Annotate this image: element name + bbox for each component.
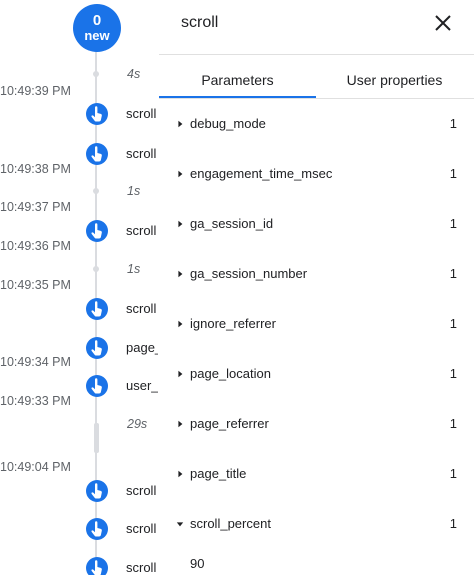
timestamp: 10:49:37 PM bbox=[0, 200, 71, 214]
timestamp: 10:49:35 PM bbox=[0, 278, 71, 292]
param-name: debug_mode bbox=[190, 116, 266, 131]
touch-icon[interactable] bbox=[86, 103, 108, 125]
timeline-gap-bar bbox=[94, 423, 99, 453]
param-row[interactable]: debug_mode 1 bbox=[159, 110, 474, 138]
close-icon[interactable] bbox=[431, 11, 455, 35]
param-count: 1 bbox=[449, 316, 457, 331]
param-count: 1 bbox=[449, 116, 457, 131]
param-row[interactable]: ga_session_number 1 bbox=[159, 260, 474, 288]
gap-duration: 1s bbox=[127, 262, 141, 276]
event-name-user_engagement[interactable]: user_engagement bbox=[126, 378, 158, 393]
caret-right-icon bbox=[178, 420, 183, 428]
param-row[interactable]: page_referrer 1 bbox=[159, 410, 474, 438]
timestamp: 10:49:33 PM bbox=[0, 394, 71, 408]
param-name: ga_session_id bbox=[190, 216, 274, 231]
caret-right-icon bbox=[178, 270, 183, 278]
event-name-scroll[interactable]: scroll bbox=[126, 223, 158, 238]
timeline-gap-dot bbox=[93, 71, 99, 77]
param-count: 1 bbox=[449, 416, 457, 431]
param-row[interactable]: scroll_percent 1 bbox=[159, 510, 474, 538]
param-row[interactable]: engagement_time_msec 1 bbox=[159, 160, 474, 188]
param-count: 1 bbox=[449, 216, 457, 231]
panel-title: scroll bbox=[181, 14, 219, 31]
timestamp: 10:49:38 PM bbox=[0, 162, 71, 176]
param-value: 90 bbox=[190, 556, 205, 571]
caret-right-icon bbox=[178, 320, 183, 328]
gap-duration: 29s bbox=[127, 417, 148, 431]
tab-parameters[interactable]: Parameters bbox=[159, 55, 316, 98]
caret-right-icon bbox=[178, 220, 183, 228]
caret-right-icon bbox=[178, 370, 183, 378]
caret-right-icon bbox=[178, 470, 183, 478]
param-count: 1 bbox=[449, 266, 457, 281]
caret-right-icon bbox=[178, 120, 183, 128]
param-name: page_title bbox=[190, 466, 247, 481]
event-name-scroll[interactable]: scroll bbox=[126, 483, 158, 498]
touch-icon[interactable] bbox=[86, 375, 108, 397]
gap-duration: 4s bbox=[127, 67, 141, 81]
param-count: 1 bbox=[449, 466, 457, 481]
touch-icon[interactable] bbox=[86, 518, 108, 540]
param-row[interactable]: page_title 1 bbox=[159, 460, 474, 488]
new-events-label: new bbox=[84, 27, 110, 43]
param-row[interactable]: ignore_referrer 1 bbox=[159, 310, 474, 338]
timeline-gap-dot bbox=[93, 266, 99, 272]
touch-icon[interactable] bbox=[86, 480, 108, 502]
timestamp: 10:49:34 PM bbox=[0, 355, 71, 369]
event-details-panel: scroll Parameters User properties debug_… bbox=[159, 0, 474, 575]
event-name-page_view[interactable]: page_view bbox=[126, 340, 158, 355]
event-name-scroll[interactable]: scroll bbox=[126, 106, 158, 121]
divider bbox=[159, 98, 474, 99]
event-timeline: 0 new 4s 1s 1s 29s 10:49:39 PM 10:49:38 … bbox=[0, 0, 160, 575]
event-name-scroll[interactable]: scroll bbox=[126, 521, 158, 536]
touch-icon[interactable] bbox=[86, 557, 108, 575]
touch-icon[interactable] bbox=[86, 220, 108, 242]
touch-icon[interactable] bbox=[86, 337, 108, 359]
timestamp: 10:49:04 PM bbox=[0, 460, 71, 474]
event-name-scroll[interactable]: scroll bbox=[126, 146, 158, 161]
new-events-badge[interactable]: 0 new bbox=[73, 4, 121, 52]
param-count: 1 bbox=[449, 166, 457, 181]
timestamp: 10:49:36 PM bbox=[0, 239, 71, 253]
timeline-gap-dot bbox=[93, 188, 99, 194]
param-name: ignore_referrer bbox=[190, 316, 276, 331]
param-count: 1 bbox=[449, 366, 457, 381]
caret-right-icon bbox=[178, 170, 183, 178]
gap-duration: 1s bbox=[127, 184, 141, 198]
timestamp: 10:49:39 PM bbox=[0, 84, 71, 98]
tab-user-properties[interactable]: User properties bbox=[316, 55, 473, 98]
param-name: engagement_time_msec bbox=[190, 166, 333, 181]
touch-icon[interactable] bbox=[86, 298, 108, 320]
caret-down-icon bbox=[176, 522, 184, 527]
event-name-scroll[interactable]: scroll bbox=[126, 301, 158, 316]
param-name: page_location bbox=[190, 366, 271, 381]
param-row[interactable]: page_location 1 bbox=[159, 360, 474, 388]
param-name: scroll_percent bbox=[190, 516, 271, 531]
new-events-count: 0 bbox=[92, 12, 102, 29]
event-name-scroll[interactable]: scroll bbox=[126, 560, 158, 575]
param-name: page_referrer bbox=[190, 416, 269, 431]
param-count: 1 bbox=[449, 516, 457, 531]
param-name: ga_session_number bbox=[190, 266, 308, 281]
param-row[interactable]: ga_session_id 1 bbox=[159, 210, 474, 238]
touch-icon[interactable] bbox=[86, 143, 108, 165]
